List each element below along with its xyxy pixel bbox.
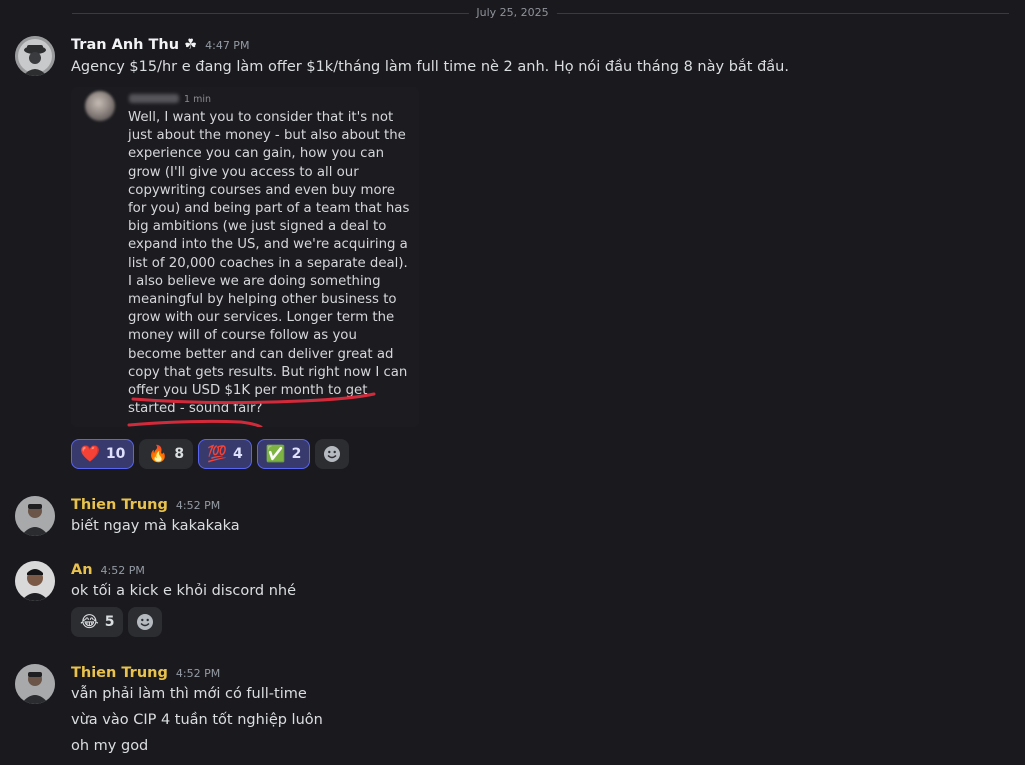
- reaction-count: 8: [174, 446, 185, 462]
- heart-emoji-icon: ❤️: [80, 444, 100, 463]
- reaction-hundred[interactable]: 💯 4: [198, 439, 252, 469]
- author-name-text[interactable]: Tran Anh Thu ☘: [71, 37, 197, 53]
- message-text: Agency $15/hr e đang làm offer $1k/tháng…: [71, 59, 789, 75]
- joy-emoji-icon: 😂: [80, 612, 99, 631]
- message-text: oh my god: [71, 738, 149, 754]
- hundred-emoji-icon: 💯: [207, 444, 227, 463]
- reaction-joy[interactable]: 😂 5: [71, 607, 124, 637]
- image-attachment[interactable]: 1 min Well, I want you to consider that …: [71, 87, 419, 427]
- avatar-image: [15, 496, 55, 536]
- reaction-count: 5: [104, 614, 115, 630]
- author-name-text[interactable]: Thien Trung: [71, 665, 168, 681]
- timestamp: 4:52 PM: [175, 499, 221, 512]
- reaction-fire[interactable]: 🔥 8: [139, 439, 194, 469]
- message-text: ok tối a kick e khỏi discord nhé: [71, 583, 297, 599]
- timestamp: 4:52 PM: [175, 667, 221, 680]
- reaction-check[interactable]: ✅ 2: [256, 439, 311, 469]
- avatar[interactable]: [15, 496, 55, 536]
- add-reaction-button[interactable]: [128, 607, 163, 637]
- check-emoji-icon: ✅: [265, 444, 286, 463]
- author-name-text[interactable]: Thien Trung: [71, 497, 168, 513]
- message-text: biết ngay mà kakakaka: [71, 518, 240, 534]
- author-name-text[interactable]: An: [71, 562, 93, 578]
- reactions-bar: 😂 5: [71, 607, 163, 637]
- chat-view: July 25, 2025 Tran Anh Thu ☘ 4:47 PM Agen…: [0, 0, 1025, 765]
- message-text: vẫn phải làm thì mới có full-time: [71, 686, 307, 702]
- author-name[interactable]: An 4:52 PM: [71, 562, 145, 578]
- avatar-image: [15, 36, 55, 76]
- smiley-icon: [137, 614, 154, 630]
- avatar[interactable]: [15, 36, 55, 76]
- red-underline-annotation: [127, 392, 376, 427]
- smiley-icon: [324, 446, 341, 462]
- author-name[interactable]: Tran Anh Thu ☘ 4:47 PM: [71, 37, 249, 53]
- reactions-bar: ❤️ 10 🔥 8 💯 4 ✅ 2: [71, 439, 350, 469]
- avatar[interactable]: [15, 561, 55, 601]
- reaction-count: 2: [291, 446, 302, 462]
- author-name[interactable]: Thien Trung 4:52 PM: [71, 497, 220, 513]
- avatar-image: [15, 561, 55, 601]
- reaction-count: 10: [105, 446, 126, 462]
- avatar-image: [15, 664, 55, 704]
- timestamp: 4:52 PM: [100, 564, 145, 577]
- date-divider-label: July 25, 2025: [468, 6, 557, 19]
- reaction-count: 4: [233, 446, 243, 462]
- avatar[interactable]: [15, 664, 55, 704]
- add-reaction-button[interactable]: [315, 439, 350, 469]
- message-text: vừa vào CIP 4 tuần tốt nghiệp luôn: [71, 712, 323, 728]
- reaction-heart[interactable]: ❤️ 10: [71, 439, 135, 469]
- author-name[interactable]: Thien Trung 4:52 PM: [71, 665, 220, 681]
- timestamp: 4:47 PM: [205, 39, 250, 52]
- fire-emoji-icon: 🔥: [148, 444, 169, 463]
